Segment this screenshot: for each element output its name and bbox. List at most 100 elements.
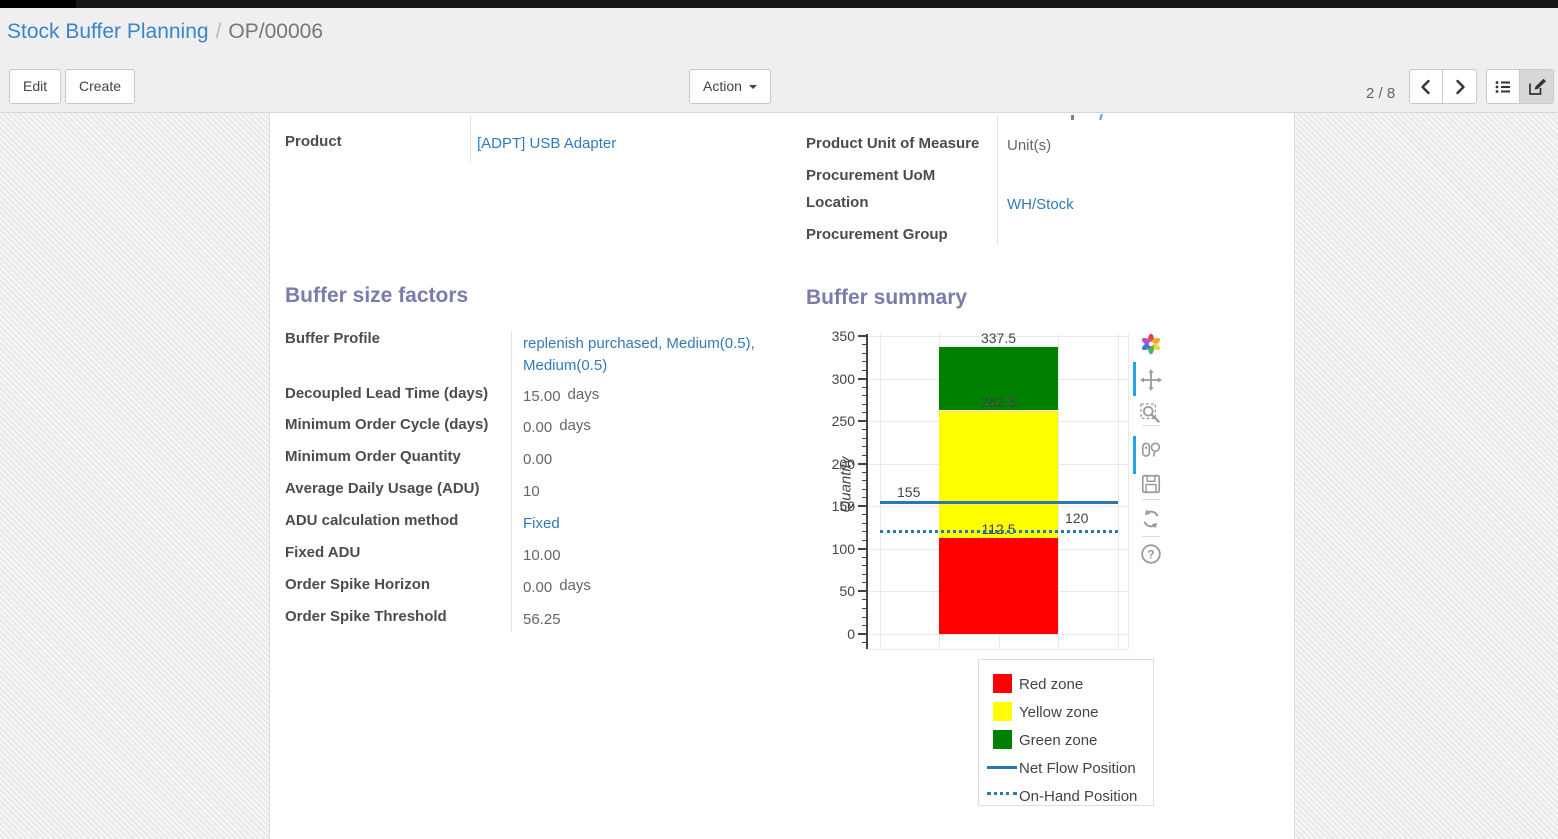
line-value-label: 120 [1065, 510, 1088, 526]
chevron-left-icon [1418, 78, 1434, 96]
clipped-text-fragment [1099, 114, 1103, 120]
control-panel: Stock Buffer Planning/OP/00006 Edit Crea… [0, 8, 1558, 113]
field-label-procurement-uom: Procurement UoM [806, 167, 935, 184]
y-axis-minor-tick [862, 617, 866, 618]
zone-value-label: 262.5 [959, 394, 1039, 410]
legend-label: Red zone [1019, 676, 1083, 693]
red-zone-bar[interactable] [939, 538, 1058, 634]
y-axis-minor-tick [862, 582, 866, 583]
y-axis-minor-tick [862, 429, 866, 430]
field-value-spike-threshold: 56.25 [523, 611, 561, 628]
modebar-divider [1142, 536, 1160, 537]
on-hand-position-line[interactable] [880, 530, 1118, 533]
y-axis-minor-tick [862, 497, 866, 498]
y-axis-tick-label: 150 [815, 498, 855, 514]
top-navbar [0, 0, 1558, 8]
y-axis-minor-tick [862, 438, 866, 439]
chevron-down-icon [749, 85, 757, 89]
legend-item-green-zone[interactable]: Green zone [979, 730, 1153, 752]
y-axis-minor-tick [862, 361, 866, 362]
pager-prev-button[interactable] [1409, 69, 1443, 104]
chart-plot: 112.5262.5337.51551200501001502002503003… [810, 326, 1130, 666]
section-title-buffer-size-factors: Buffer size factors [285, 284, 468, 308]
svg-text:?: ? [1147, 547, 1154, 561]
field-separator [470, 115, 471, 163]
action-dropdown-button[interactable]: Action [689, 69, 771, 104]
legend-swatch [993, 702, 1012, 721]
hover-compare-icon[interactable] [1140, 439, 1162, 461]
modebar-divider [1142, 499, 1160, 500]
y-axis-minor-tick [862, 523, 866, 524]
y-axis-tick-label: 200 [815, 456, 855, 472]
form-icon [1527, 77, 1547, 97]
y-axis-minor-tick [862, 395, 866, 396]
create-button[interactable]: Create [65, 69, 135, 104]
field-value-adu: 10 [523, 483, 540, 500]
field-label-adu: Average Daily Usage (ADU) [285, 480, 480, 497]
yellow-zone-bar[interactable] [939, 411, 1058, 539]
legend-item-net-flow-position[interactable]: Net Flow Position [979, 758, 1153, 780]
y-axis-minor-tick [862, 472, 866, 473]
y-axis-minor-tick [862, 514, 866, 515]
box-zoom-icon[interactable] [1140, 403, 1162, 425]
y-axis-tick-label: 300 [815, 371, 855, 387]
y-axis-tick-label: 250 [815, 413, 855, 429]
y-axis-minor-tick [862, 446, 866, 447]
field-value-min-order-qty: 0.00 [523, 451, 552, 468]
field-label-buffer-profile: Buffer Profile [285, 330, 380, 347]
plotly-logo-icon[interactable] [1140, 333, 1162, 355]
y-axis-tick-label: 350 [815, 328, 855, 344]
y-axis-minor-tick [862, 557, 866, 558]
y-axis-major-tick [858, 505, 866, 507]
reset-axes-icon[interactable] [1140, 508, 1162, 530]
legend-item-on-hand-position[interactable]: On-Hand Position [979, 786, 1153, 808]
save-icon[interactable] [1140, 473, 1162, 495]
legend-label: Net Flow Position [1019, 760, 1136, 777]
y-axis-major-tick [858, 633, 866, 635]
y-axis-minor-tick [862, 387, 866, 388]
pager-next-button[interactable] [1443, 69, 1477, 104]
form-view-button[interactable] [1520, 69, 1554, 104]
y-axis-major-tick [858, 335, 866, 337]
location-value-link[interactable]: WH/Stock [1007, 196, 1074, 213]
gridline-h [866, 634, 1128, 635]
form-sheet: Product [ADPT] USB Adapter Product Unit … [269, 113, 1295, 839]
field-label-spike-threshold: Order Spike Threshold [285, 608, 447, 625]
y-axis-major-tick [858, 378, 866, 380]
pager-count: 2 / 8 [1366, 85, 1395, 102]
gridline-h [866, 649, 1128, 650]
legend-item-yellow-zone[interactable]: Yellow zone [979, 702, 1153, 724]
adu-method-value-link[interactable]: Fixed [523, 515, 560, 532]
y-axis-tick-label: 100 [815, 541, 855, 557]
field-value-dlt: 15.00 [523, 388, 561, 405]
field-label-spike-horizon: Order Spike Horizon [285, 576, 430, 593]
breadcrumb: Stock Buffer Planning/OP/00006 [7, 20, 323, 44]
product-value-link[interactable]: [ADPT] USB Adapter [477, 135, 616, 152]
help-icon[interactable]: ? [1140, 543, 1162, 565]
net-flow-position-line[interactable] [880, 501, 1118, 504]
field-suffix-days: days [559, 577, 591, 594]
field-label-dlt: Decoupled Lead Time (days) [285, 385, 488, 402]
y-axis-minor-tick [862, 370, 866, 371]
field-label-product: Product [285, 133, 342, 150]
list-view-button[interactable] [1486, 69, 1520, 104]
edit-button[interactable]: Edit [9, 69, 61, 104]
chevron-right-icon [1452, 78, 1468, 96]
field-separator [997, 115, 998, 245]
pan-icon[interactable] [1140, 369, 1162, 391]
view-switcher [1486, 69, 1554, 104]
modebar-divider [1142, 425, 1160, 426]
clipped-text-fragment [1071, 115, 1074, 120]
y-axis-major-tick [858, 590, 866, 592]
field-separator [511, 331, 512, 632]
buffer-profile-value-link[interactable]: replenish purchased, Medium(0.5), Medium… [523, 333, 773, 377]
legend-item-red-zone[interactable]: Red zone [979, 674, 1153, 696]
gridline-v [1058, 334, 1059, 649]
y-axis-minor-tick [862, 489, 866, 490]
field-label-location: Location [806, 194, 869, 211]
field-value-product-uom: Unit(s) [1007, 137, 1051, 154]
modebar-separator [1133, 436, 1136, 474]
breadcrumb-current: OP/00006 [228, 20, 323, 43]
breadcrumb-parent-link[interactable]: Stock Buffer Planning [7, 20, 209, 43]
y-axis-major-tick [858, 463, 866, 465]
